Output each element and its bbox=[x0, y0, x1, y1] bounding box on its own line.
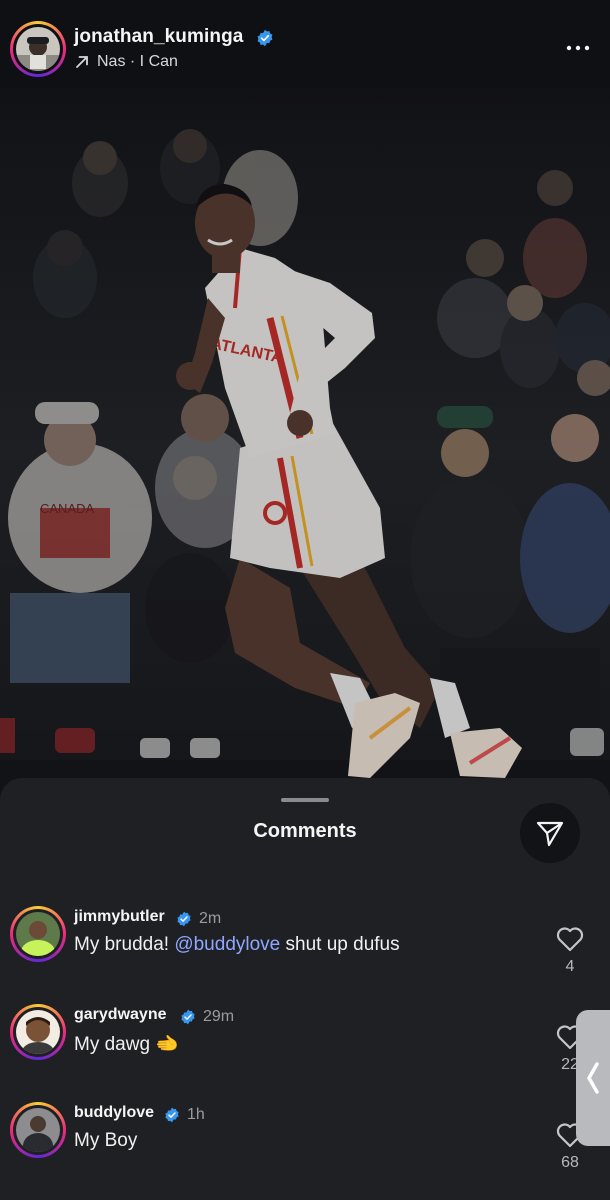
edge-panel-tab[interactable] bbox=[576, 1010, 610, 1146]
comment-username[interactable]: jimmybutler bbox=[74, 908, 165, 926]
more-options-icon[interactable] bbox=[564, 38, 592, 58]
emoji: 🫲 bbox=[155, 1034, 179, 1055]
audio-label: Nas · I Can bbox=[97, 53, 178, 70]
post-header: jonathan_kuminga Nas · I Can bbox=[0, 0, 610, 88]
comment-username[interactable]: buddylove bbox=[74, 1104, 154, 1122]
comment-username[interactable]: garydwayne bbox=[74, 1006, 166, 1024]
comment-time: 1h bbox=[187, 1106, 205, 1123]
comment-text-part: shut up dufus bbox=[280, 934, 400, 955]
paper-plane-icon bbox=[536, 821, 564, 847]
like-count: 68 bbox=[561, 1154, 579, 1171]
comment-text: My Boy bbox=[74, 1130, 138, 1151]
chevron-left-icon bbox=[587, 1062, 599, 1094]
post-photo[interactable]: CANADA ATLANTA bbox=[0, 88, 610, 808]
like-count: 4 bbox=[565, 958, 575, 975]
comment-item: buddylove 1h My Boy 68 bbox=[0, 1102, 610, 1192]
comment-meta: 1h bbox=[164, 1106, 205, 1124]
verified-badge-icon bbox=[181, 1009, 195, 1025]
comment-meta: 29m bbox=[180, 1008, 234, 1026]
avatar-image bbox=[16, 1108, 60, 1152]
verified-badge-icon bbox=[165, 1107, 179, 1123]
verified-badge-icon bbox=[177, 911, 191, 927]
comment-text: My dawg 🫲 bbox=[74, 1032, 179, 1056]
share-button[interactable] bbox=[520, 803, 580, 863]
commenter-avatar[interactable] bbox=[10, 906, 66, 962]
comment-item: jimmybutler 2m My brudda! @buddylove shu… bbox=[0, 906, 610, 996]
sheet-drag-handle[interactable] bbox=[281, 798, 329, 802]
profile-avatar[interactable] bbox=[10, 21, 66, 77]
comment-time: 29m bbox=[203, 1008, 235, 1025]
comment-text-part: My brudda! bbox=[74, 934, 175, 955]
comments-sheet: Comments jimmybutler 2m My brudda! @budd… bbox=[0, 778, 610, 1200]
comment-meta: 2m bbox=[176, 910, 221, 928]
avatar-image bbox=[16, 912, 60, 956]
comment-text-part: My dawg bbox=[74, 1034, 156, 1055]
basketball-photo: CANADA ATLANTA bbox=[0, 88, 610, 808]
arrow-up-right-icon bbox=[76, 56, 88, 68]
heart-icon[interactable] bbox=[556, 926, 584, 952]
avatar-image bbox=[16, 1010, 60, 1054]
audio-link[interactable]: Nas · I Can bbox=[75, 53, 178, 71]
commenter-avatar[interactable] bbox=[10, 1102, 66, 1158]
comment-time: 2m bbox=[199, 910, 222, 927]
post-username[interactable]: jonathan_kuminga bbox=[74, 26, 243, 48]
comment-item: garydwayne 29m My dawg 🫲 22 bbox=[0, 1004, 610, 1094]
avatar-image bbox=[16, 27, 60, 71]
commenter-avatar[interactable] bbox=[10, 1004, 66, 1060]
verified-badge-icon bbox=[257, 29, 273, 47]
comments-title: Comments bbox=[253, 820, 357, 842]
comment-text: My brudda! @buddylove shut up dufus bbox=[74, 934, 400, 956]
mention-link[interactable]: @buddylove bbox=[174, 934, 280, 955]
